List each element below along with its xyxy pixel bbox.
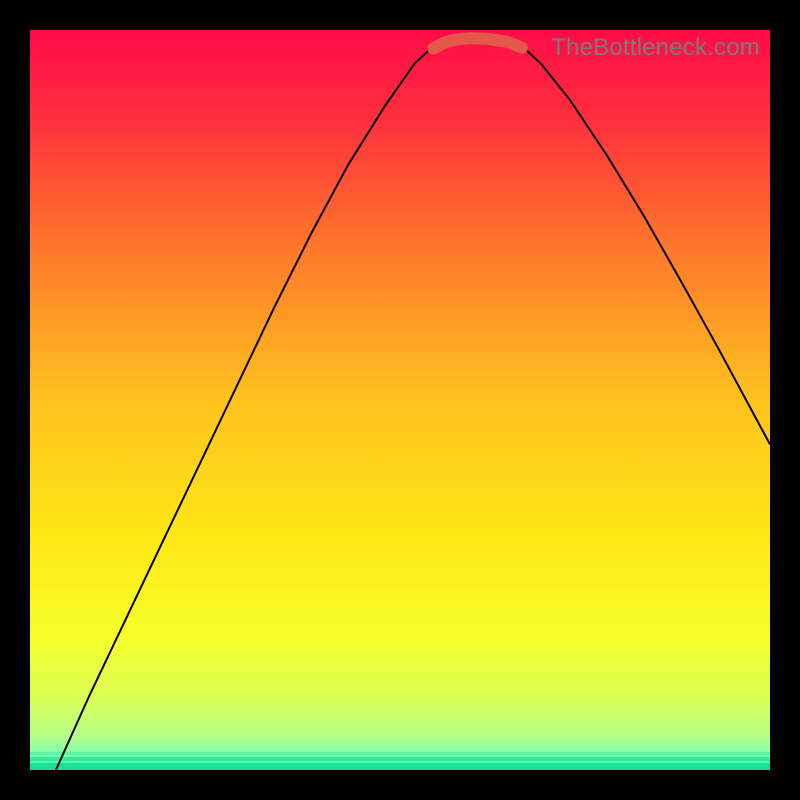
- green-stripe-2: [30, 752, 770, 755]
- gradient-fill: [30, 30, 770, 770]
- green-stripe-3: [30, 757, 770, 761]
- watermark-label: TheBottleneck.com: [551, 34, 760, 62]
- green-stripe-1: [30, 746, 770, 750]
- outer-black-frame: TheBottleneck.com: [0, 0, 800, 800]
- plot-area: TheBottleneck.com: [30, 30, 770, 770]
- chart-svg: [30, 30, 770, 770]
- green-stripe-4: [30, 763, 770, 770]
